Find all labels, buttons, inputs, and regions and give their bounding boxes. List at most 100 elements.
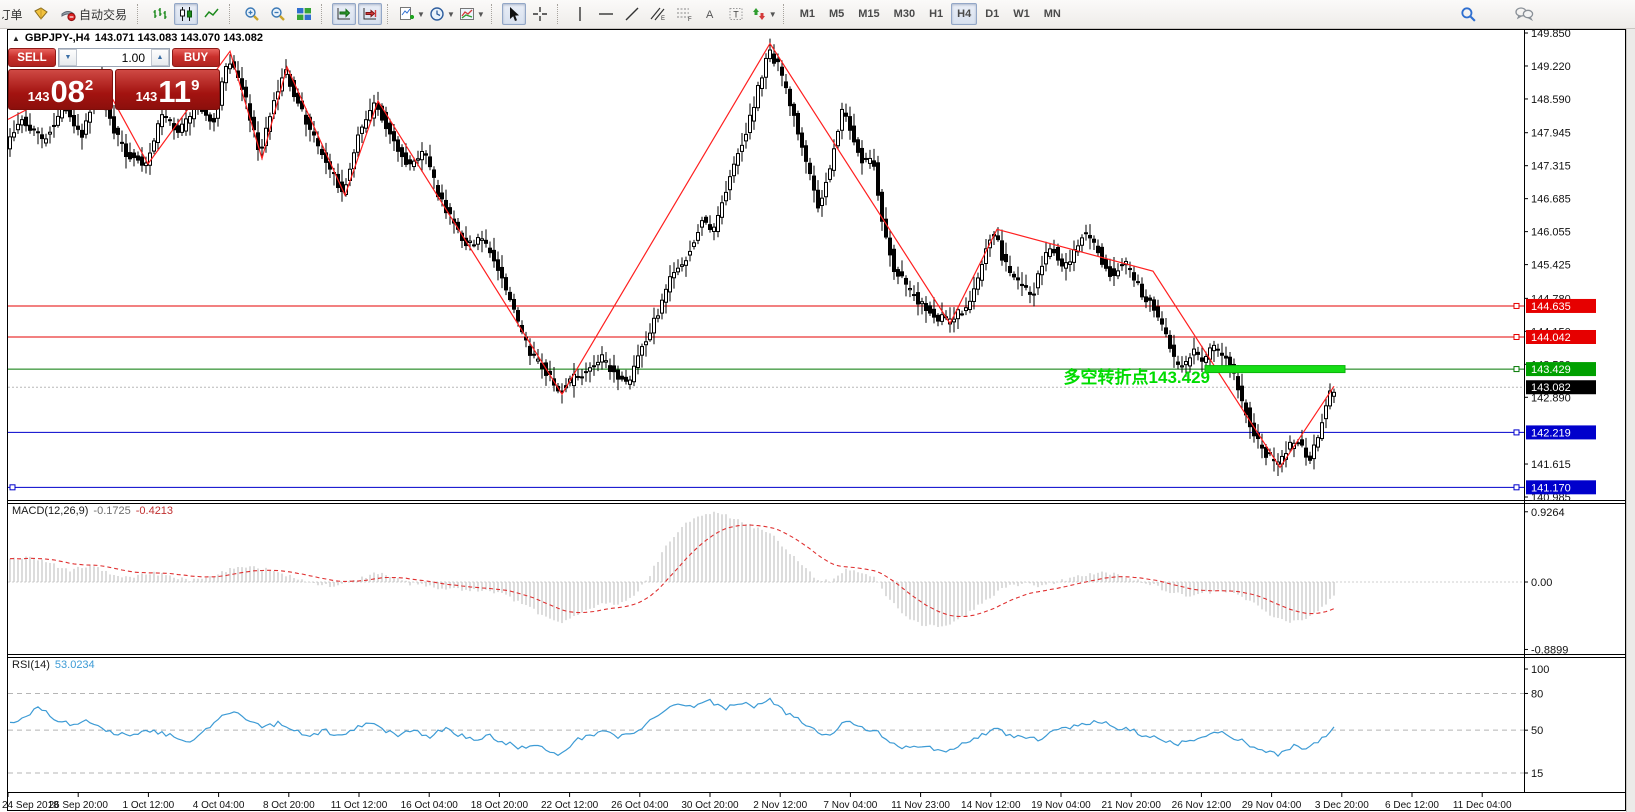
buy-price-display[interactable]: 143 11 9 (115, 69, 220, 110)
tile-windows-button[interactable] (292, 3, 316, 25)
svg-text:145.425: 145.425 (1531, 260, 1571, 272)
line-handle[interactable] (1514, 367, 1519, 372)
auto-scroll-button[interactable] (332, 3, 356, 25)
fibonacci-icon: F (675, 6, 693, 22)
zoom-out-icon (270, 6, 286, 22)
svg-text:21 Nov 20:00: 21 Nov 20:00 (1101, 800, 1161, 811)
trendline-icon (624, 6, 640, 22)
dropdown-caret-icon: ▼ (417, 10, 425, 19)
chart-symbol-header: ▲ GBPJPY-,H4 143.071 143.083 143.070 143… (12, 32, 263, 44)
search-icon (1460, 6, 1477, 23)
one-click-trading-panel: SELL ▼ 1.00 ▲ BUY 143 08 2 143 11 9 (8, 48, 220, 110)
timeframe-m5[interactable]: M5 (823, 3, 850, 25)
search-button[interactable] (1456, 3, 1480, 25)
templates-icon (459, 6, 475, 22)
volume-decrease-button[interactable]: ▼ (59, 49, 77, 66)
fibonacci-button[interactable]: F (672, 3, 696, 25)
svg-text:144.042: 144.042 (1531, 332, 1571, 344)
chart-shift-button[interactable] (358, 3, 382, 25)
add-indicator-button[interactable]: ▼ (398, 3, 426, 25)
timeframe-m1[interactable]: M1 (794, 3, 821, 25)
trendline-button[interactable] (620, 3, 644, 25)
templates-button[interactable]: ▼ (458, 3, 486, 25)
svg-text:2 Nov 12:00: 2 Nov 12:00 (753, 800, 807, 811)
svg-text:3 Dec 20:00: 3 Dec 20:00 (1315, 800, 1369, 811)
svg-text:T: T (733, 10, 739, 20)
horizontal-line-icon (598, 6, 614, 22)
toolbar: 订单 自动交易 (0, 0, 1635, 29)
timeframe-w1[interactable]: W1 (1007, 3, 1036, 25)
periods-button[interactable]: ▼ (428, 3, 456, 25)
arrows-icon (751, 6, 767, 22)
svg-text:50: 50 (1531, 725, 1543, 737)
volume-value[interactable]: 1.00 (77, 49, 151, 66)
timeframe-m30[interactable]: M30 (888, 3, 921, 25)
svg-text:142.219: 142.219 (1531, 427, 1571, 439)
clock-icon (429, 6, 445, 22)
svg-text:149.850: 149.850 (1531, 28, 1571, 40)
collapse-panel-icon[interactable]: ▲ (12, 34, 20, 43)
text-button[interactable]: A (698, 3, 722, 25)
timeframe-d1[interactable]: D1 (979, 3, 1005, 25)
buy-button[interactable]: BUY (172, 48, 220, 67)
mt4-window: 149.850149.220148.590147.945147.315146.6… (0, 0, 1635, 812)
svg-text:19 Nov 04:00: 19 Nov 04:00 (1031, 800, 1091, 811)
bar-chart-icon (152, 6, 168, 22)
orders-button[interactable]: 订单 (1, 3, 27, 25)
volume-stepper: ▼ 1.00 ▲ (58, 48, 170, 67)
community-chat-button[interactable] (1512, 3, 1536, 25)
pivot-lime-bar[interactable] (1205, 366, 1345, 373)
timeframe-mn[interactable]: MN (1038, 3, 1067, 25)
line-handle[interactable] (1514, 303, 1519, 308)
timeframe-h1[interactable]: H1 (923, 3, 949, 25)
zoom-in-button[interactable] (240, 3, 264, 25)
arrows-button[interactable]: ▼ (750, 3, 778, 25)
crosshair-button[interactable] (528, 3, 552, 25)
sell-button[interactable]: SELL (8, 48, 56, 67)
line-handle[interactable] (1514, 334, 1519, 339)
svg-text:14 Nov 12:00: 14 Nov 12:00 (961, 800, 1021, 811)
svg-text:80: 80 (1531, 688, 1543, 700)
timeframe-m15[interactable]: M15 (852, 3, 885, 25)
line-handle[interactable] (1514, 485, 1519, 490)
candlestick-chart-button[interactable] (174, 3, 198, 25)
zoom-out-button[interactable] (266, 3, 290, 25)
line-chart-button[interactable] (200, 3, 224, 25)
vertical-line-button[interactable] (568, 3, 592, 25)
candlestick-chart-icon (178, 6, 194, 22)
sell-price-display[interactable]: 143 08 2 (8, 69, 113, 110)
timeframe-h4[interactable]: H4 (951, 3, 977, 25)
equidistant-channel-button[interactable]: E (646, 3, 670, 25)
svg-text:149.220: 149.220 (1531, 61, 1571, 73)
text-label-button[interactable]: T (724, 3, 748, 25)
svg-text:F: F (688, 17, 692, 22)
svg-text:141.615: 141.615 (1531, 459, 1571, 471)
svg-text:143.429: 143.429 (1531, 364, 1571, 376)
autotrading-button[interactable]: 自动交易 (55, 3, 132, 25)
volume-increase-button[interactable]: ▲ (151, 49, 169, 66)
toolbar-separator (321, 4, 327, 24)
crosshair-icon (532, 6, 548, 22)
news-icon[interactable] (29, 3, 53, 25)
zoom-in-icon (244, 6, 260, 22)
chart-shift-icon (362, 6, 378, 22)
rsi-indicator-label: RSI(14)53.0234 (12, 659, 95, 671)
svg-text:8 Oct 20:00: 8 Oct 20:00 (263, 800, 315, 811)
horizontal-line-button[interactable] (594, 3, 618, 25)
svg-text:-0.8899: -0.8899 (1531, 644, 1568, 656)
svg-text:146.685: 146.685 (1531, 194, 1571, 206)
toolbar-separator (137, 4, 143, 24)
svg-text:0.00: 0.00 (1531, 577, 1552, 589)
svg-text:0.9264: 0.9264 (1531, 507, 1565, 519)
svg-text:18 Oct 20:00: 18 Oct 20:00 (471, 800, 529, 811)
bar-chart-button[interactable] (148, 3, 172, 25)
cursor-icon (506, 6, 522, 22)
line-handle[interactable] (10, 485, 15, 490)
line-handle[interactable] (1514, 430, 1519, 435)
svg-text:147.315: 147.315 (1531, 161, 1571, 173)
pivot-annotation-text[interactable]: 多空转折点143.429 (1016, 363, 1210, 388)
svg-text:15: 15 (1531, 768, 1543, 780)
channel-icon: E (649, 6, 667, 22)
text-label-icon: T (728, 6, 744, 22)
cursor-button[interactable] (502, 3, 526, 25)
